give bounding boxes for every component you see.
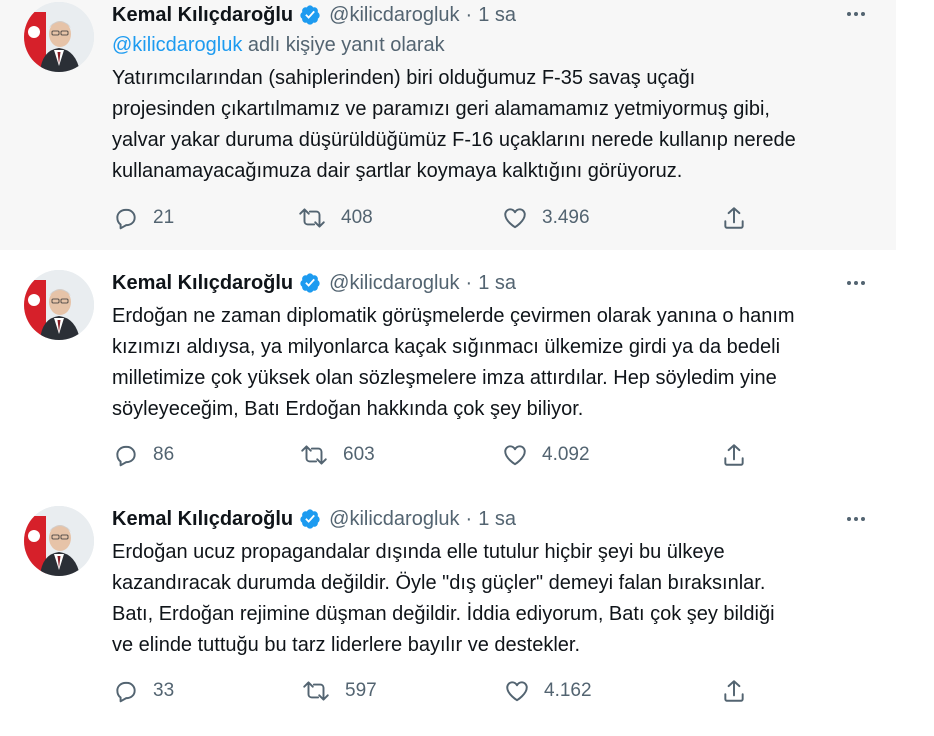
tweet-text-line: kazandıracak durumda değildir. Öyle "dış…	[112, 572, 766, 594]
more-horizontal-icon	[847, 517, 865, 521]
verified-badge-icon	[299, 4, 321, 26]
avatar[interactable]	[24, 506, 94, 576]
tweet-text-line: Batı, Erdoğan rejimine düşman değildir. …	[112, 603, 775, 625]
tweet-text: Yatırımcılarından (sahiplerinden) biri o…	[112, 63, 882, 187]
share-button[interactable]	[721, 203, 747, 233]
replying-to-mention-link[interactable]: @kilicdarogluk	[112, 34, 242, 56]
more-horizontal-icon	[847, 281, 865, 285]
tweet-header: Kemal Kılıçdaroğlu @kilicdarogluk · 1 sa	[112, 505, 516, 533]
tweet-text-line: projesinden çıkartılmamız ve paramızı ge…	[112, 98, 770, 120]
reply-button[interactable]: 21	[113, 203, 174, 233]
author-name[interactable]: Kemal Kılıçdaroğlu	[112, 272, 293, 295]
separator-dot: ·	[465, 3, 473, 26]
replying-to: @kilicdarogluk adlı kişiye yanıt olarak	[112, 34, 445, 57]
retweet-count: 603	[343, 444, 375, 465]
like-button[interactable]: 3.496	[502, 203, 590, 233]
more-options-button[interactable]	[842, 505, 870, 533]
heart-icon	[504, 208, 526, 229]
author-handle[interactable]: @kilicdarogluk	[329, 4, 459, 27]
tweet-header: Kemal Kılıçdaroğlu @kilicdarogluk · 1 sa	[112, 269, 516, 297]
separator-dot: ·	[465, 507, 473, 530]
retweet-icon	[303, 681, 329, 701]
like-count: 4.092	[542, 444, 590, 465]
separator-dot: ·	[465, 271, 473, 294]
verified-badge-icon	[299, 272, 321, 294]
retweet-button[interactable]: 408	[297, 203, 373, 233]
tweet-text-line: Yatırımcılarından (sahiplerinden) biri o…	[112, 67, 696, 89]
more-options-button[interactable]	[842, 0, 870, 28]
tweet-text-line: milletimize çok yüksek olan sözleşmelere…	[112, 367, 777, 389]
tweet-text-line: Erdoğan ucuz propagandalar dışında elle …	[112, 541, 725, 563]
more-options-button[interactable]	[842, 269, 870, 297]
reply-count: 21	[153, 207, 175, 228]
reply-icon	[116, 445, 136, 467]
share-button[interactable]	[721, 676, 747, 706]
tweet-actions: 21 408 3.496	[0, 203, 896, 233]
share-button[interactable]	[721, 440, 747, 470]
tweet-text-line: kızımızı aldıysa, ya milyonlarca kaçak s…	[112, 336, 781, 358]
replying-to-label: adlı kişiye yanıt olarak	[242, 34, 445, 56]
tweet-actions: 33 597 4.162	[0, 676, 896, 706]
share-icon	[724, 207, 744, 229]
verified-badge-icon	[299, 508, 321, 530]
author-name[interactable]: Kemal Kılıçdaroğlu	[112, 508, 293, 531]
author-handle[interactable]: @kilicdarogluk	[329, 508, 459, 531]
tweet-actions: 86 603 4.092	[0, 440, 896, 470]
retweet-count: 408	[341, 207, 373, 228]
tweet-timestamp[interactable]: 1 sa	[478, 4, 516, 27]
share-icon	[724, 444, 744, 466]
like-count: 3.496	[542, 207, 590, 228]
tweet-header: Kemal Kılıçdaroğlu @kilicdarogluk · 1 sa	[112, 1, 516, 29]
like-button[interactable]: 4.092	[502, 440, 590, 470]
avatar[interactable]	[24, 2, 94, 72]
tweet-text-line: kullanamayacağımuza dair şartlar koymaya…	[112, 160, 683, 182]
more-horizontal-icon	[847, 12, 865, 16]
tweet-text-line: ve elinde tuttuğu bu tarz liderlere bayı…	[112, 634, 581, 656]
reply-count: 33	[153, 680, 175, 701]
retweet-button[interactable]: 603	[299, 440, 375, 470]
author-name[interactable]: Kemal Kılıçdaroğlu	[112, 4, 293, 27]
reply-icon	[116, 208, 136, 230]
retweet-icon	[299, 208, 325, 228]
tweet-timestamp[interactable]: 1 sa	[478, 508, 516, 531]
retweet-count: 597	[345, 680, 377, 701]
like-button[interactable]: 4.162	[504, 676, 592, 706]
tweet-text-line: yalvar yakar duruma düşürüldüğümüz F-16 …	[112, 129, 796, 151]
heart-icon	[506, 681, 528, 702]
tweet-text-line: Erdoğan ne zaman diplomatik görüşmelerde…	[112, 305, 795, 327]
retweet-icon	[301, 445, 327, 465]
tweet-timestamp[interactable]: 1 sa	[478, 272, 516, 295]
tweet-text: Erdoğan ne zaman diplomatik görüşmelerde…	[112, 301, 882, 425]
reply-icon	[116, 681, 136, 703]
reply-button[interactable]: 86	[113, 440, 174, 470]
reply-button[interactable]: 33	[113, 676, 174, 706]
retweet-button[interactable]: 597	[301, 676, 377, 706]
reply-count: 86	[153, 444, 175, 465]
tweet-text-line: söyleyeceğim, Batı Erdoğan hakkında çok …	[112, 398, 584, 420]
tweet-text: Erdoğan ucuz propagandalar dışında elle …	[112, 537, 882, 661]
share-icon	[724, 680, 744, 702]
avatar[interactable]	[24, 270, 94, 340]
author-handle[interactable]: @kilicdarogluk	[329, 272, 459, 295]
like-count: 4.162	[544, 680, 592, 701]
heart-icon	[504, 445, 526, 466]
